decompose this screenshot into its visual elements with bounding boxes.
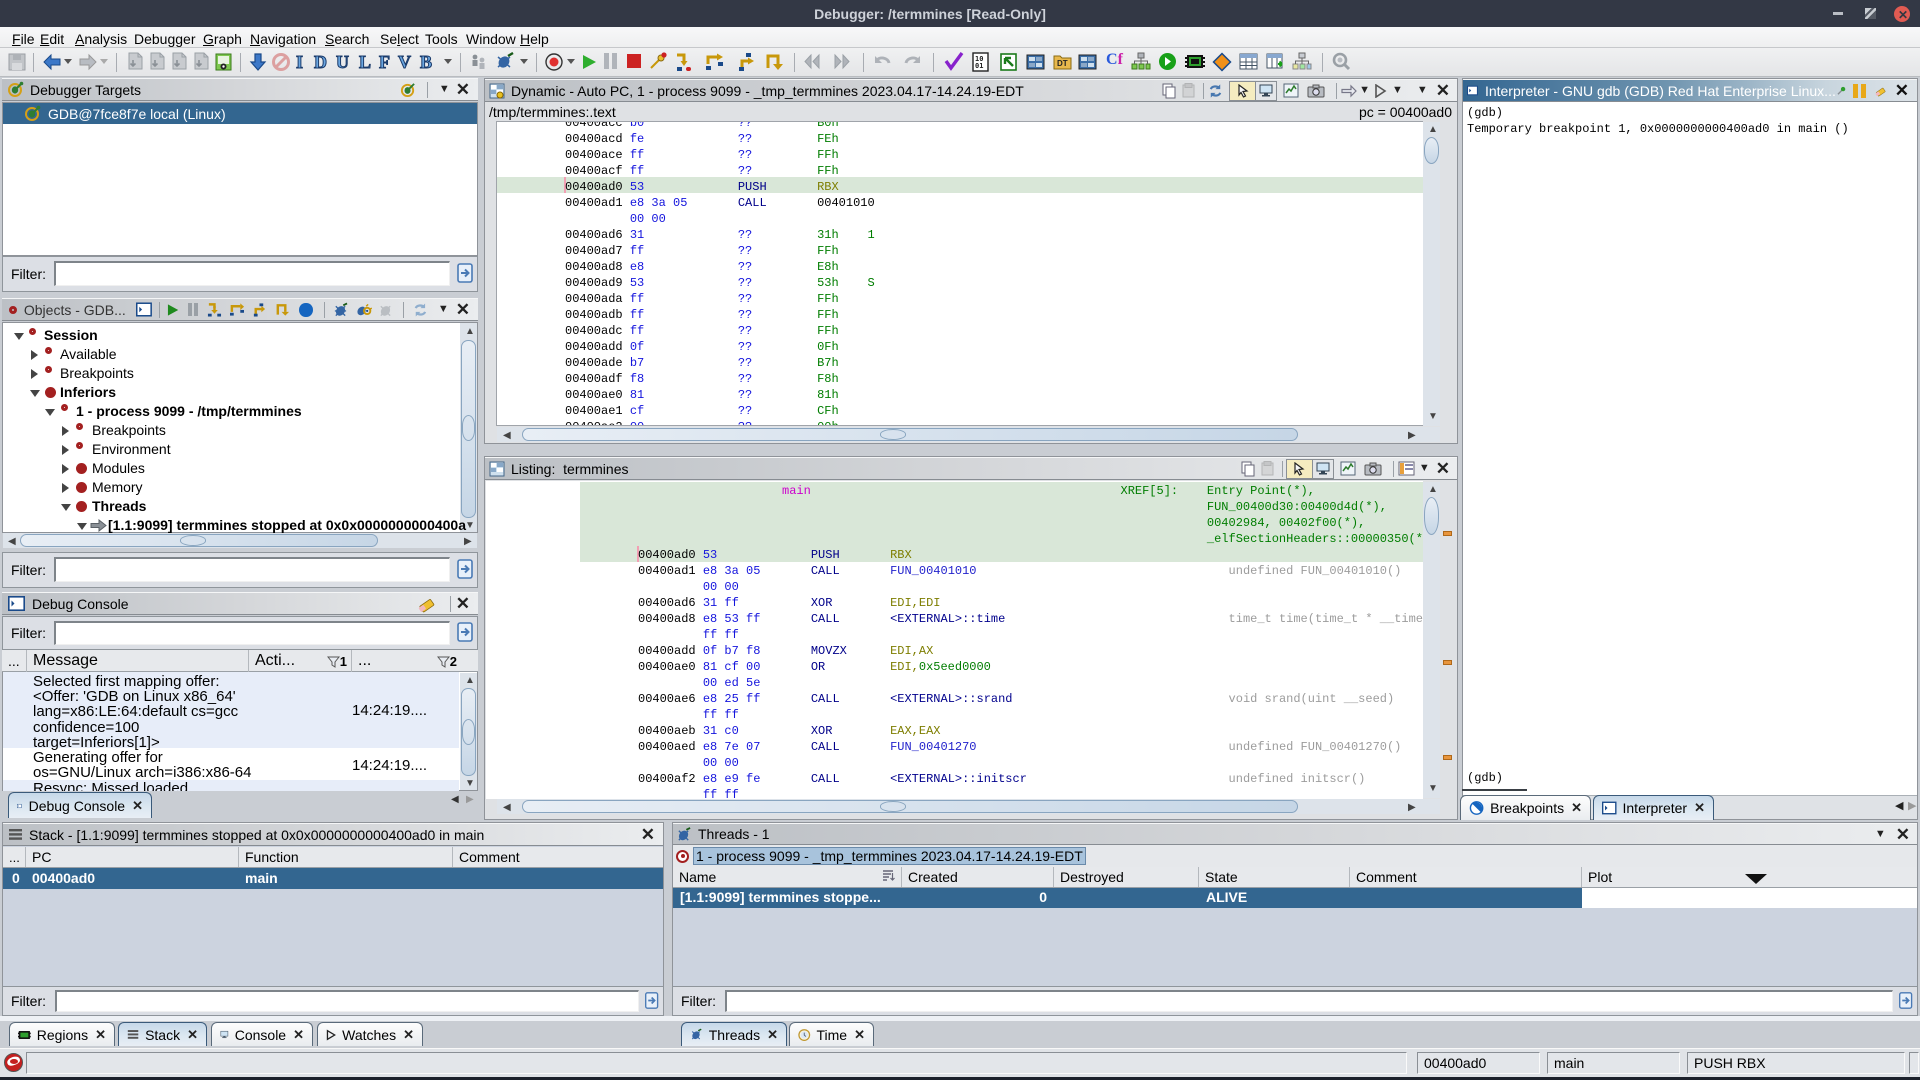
- svg-text:DT: DT: [1057, 59, 1068, 68]
- svg-text:01: 01: [975, 62, 983, 70]
